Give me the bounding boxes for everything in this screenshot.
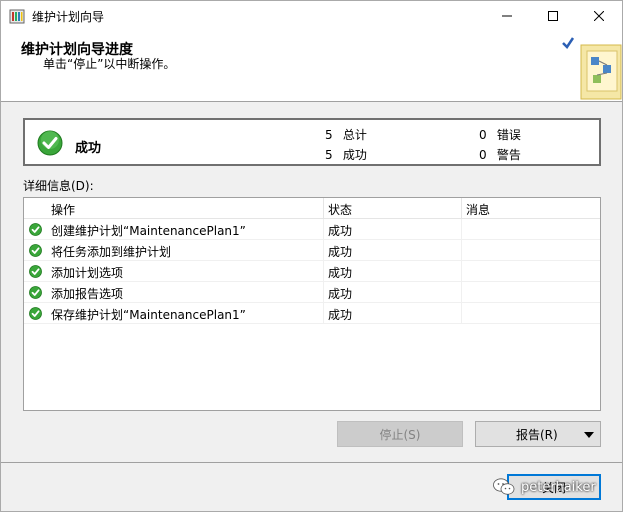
cell-divider [461,240,462,261]
column-header-message[interactable]: 消息 [466,201,490,218]
summary-status: 成功 [75,141,102,156]
maximize-icon [548,11,558,21]
operation-cell: 保存维护计划“MaintenancePlan1” [51,308,246,322]
report-button[interactable]: 报告(R) [475,421,601,447]
list-item[interactable]: 创建维护计划“MaintenancePlan1” 成功 [24,219,600,240]
warning-label: 警告 [496,148,521,162]
page-subtitle: 单击“停止”以中断操作。 [43,57,176,71]
header-divider [1,101,622,102]
list-item[interactable]: 将任务添加到维护计划 成功 [24,240,600,261]
cell-divider [323,261,324,282]
close-window-button[interactable] [576,1,622,31]
wizard-banner-icon [562,37,622,100]
cell-divider [461,261,462,282]
column-divider[interactable] [323,198,324,219]
success-count: 5 [325,148,333,162]
wizard-window: 维护计划向导 维护计划向导进度 单击“停止”以中断操作。 成功 5 总计 5 成… [0,0,623,512]
footer-divider [1,462,622,463]
wizard-header: 维护计划向导进度 单击“停止”以中断操作。 [1,31,622,101]
details-label: 详细信息(D): [23,179,94,193]
cell-divider [461,219,462,240]
report-button-label: 报告(R) [516,427,558,442]
details-list[interactable]: 操作 状态 消息 创建维护计划“MaintenancePlan1” 成功 将任务… [23,197,601,411]
success-icon [29,265,42,278]
list-item[interactable]: 保存维护计划“MaintenancePlan1” 成功 [24,303,600,324]
stat-warning: 0 警告 [479,146,521,163]
cell-divider [323,303,324,324]
operation-cell: 将任务添加到维护计划 [51,245,172,259]
success-large-icon [37,130,63,156]
maximize-button[interactable] [530,1,576,31]
wechat-icon [493,478,515,495]
success-icon [29,307,42,320]
list-item[interactable]: 添加报告选项 成功 [24,282,600,303]
operation-cell: 添加计划选项 [51,266,124,280]
success-label: 成功 [342,148,367,162]
stat-error: 0 错误 [479,126,521,143]
stat-success: 5 成功 [325,146,367,163]
title-bar[interactable]: 维护计划向导 [1,1,622,31]
error-label: 错误 [496,128,521,142]
cell-divider [323,219,324,240]
window-title: 维护计划向导 [32,10,105,24]
warning-count: 0 [479,148,487,162]
total-label: 总计 [342,128,367,142]
status-cell: 成功 [328,266,353,280]
column-divider[interactable] [461,198,462,219]
status-cell: 成功 [328,287,353,301]
summary-panel: 成功 5 总计 5 成功 0 错误 0 警告 [23,118,601,166]
column-header-operation[interactable]: 操作 [51,201,75,218]
minimize-icon [502,15,512,17]
stat-total: 5 总计 [325,126,367,143]
success-icon [29,286,42,299]
status-cell: 成功 [328,245,353,259]
close-icon [594,11,604,21]
cell-divider [323,282,324,303]
cell-divider [461,303,462,324]
column-header-status[interactable]: 状态 [328,201,352,218]
list-item[interactable]: 添加计划选项 成功 [24,261,600,282]
status-cell: 成功 [328,224,353,238]
success-icon [29,244,42,257]
status-cell: 成功 [328,308,353,322]
cell-divider [323,240,324,261]
dropdown-arrow-icon[interactable] [584,432,594,438]
error-count: 0 [479,128,487,142]
operation-cell: 创建维护计划“MaintenancePlan1” [51,224,246,238]
list-header: 操作 状态 消息 [24,198,600,219]
app-icon [9,9,25,24]
operation-cell: 添加报告选项 [51,287,124,301]
minimize-button[interactable] [484,1,530,31]
success-icon [29,223,42,236]
stop-button[interactable]: 停止(S) [337,421,463,447]
total-count: 5 [325,128,333,142]
watermark-text: peterhaiker [521,479,596,495]
cell-divider [461,282,462,303]
watermark: peterhaiker [493,476,613,498]
